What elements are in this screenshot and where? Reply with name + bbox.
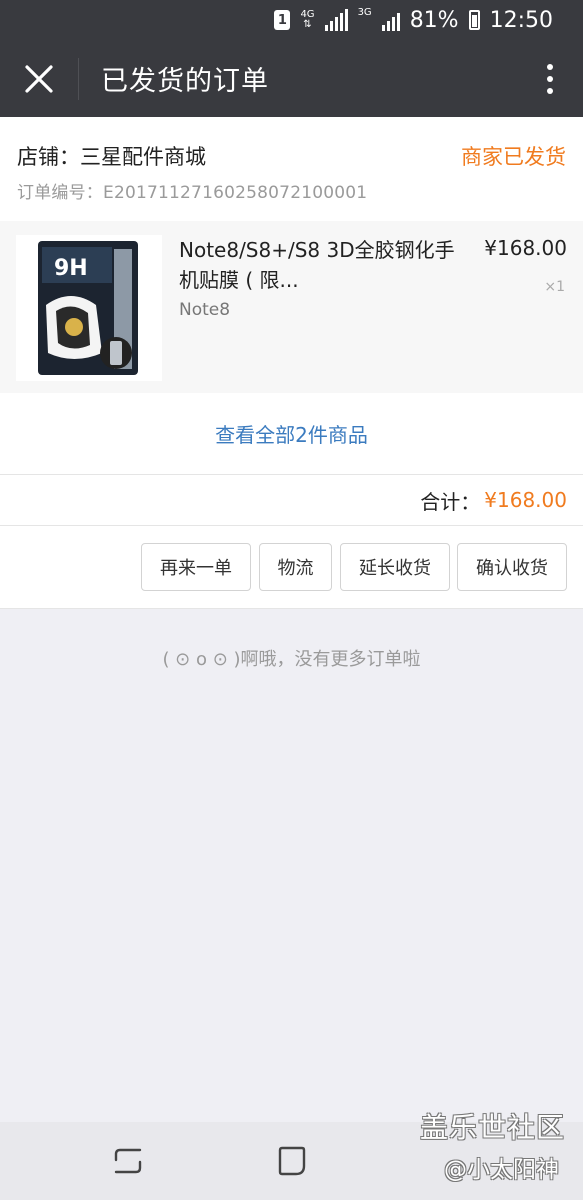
product-thumbnail[interactable]: 9H bbox=[16, 235, 162, 381]
product-price: ¥168.00 bbox=[484, 236, 567, 260]
battery-percent: 81% bbox=[409, 7, 459, 33]
network-type-1: 4G ⇅ bbox=[300, 9, 315, 30]
title-divider bbox=[78, 57, 79, 100]
sim-indicator: 1 bbox=[274, 10, 291, 30]
product-variant: Note8 bbox=[179, 300, 231, 320]
watermark-user: @小太阳神 bbox=[444, 1157, 559, 1183]
signal-icon-2 bbox=[381, 9, 400, 31]
total-label: 合计： bbox=[420, 489, 481, 514]
network-type-2: 3G bbox=[357, 7, 372, 18]
home-icon[interactable] bbox=[276, 1144, 308, 1178]
extend-receipt-button[interactable]: 延长收货 bbox=[340, 543, 450, 591]
order-total: 合计： ¥168.00 bbox=[0, 475, 583, 526]
title-bar: 已发货的订单 bbox=[0, 40, 583, 117]
product-image-icon: 9H bbox=[38, 241, 138, 375]
logistics-button[interactable]: 物流 bbox=[259, 543, 332, 591]
store-name[interactable]: 店铺：三星配件商城 bbox=[17, 141, 206, 171]
svg-text:9H: 9H bbox=[54, 256, 88, 281]
view-all-items-link[interactable]: 查看全部2件商品 bbox=[0, 393, 583, 475]
status-bar: 1 4G ⇅ 3G 81% 12:50 bbox=[0, 0, 583, 40]
reorder-button[interactable]: 再来一单 bbox=[141, 543, 251, 591]
more-menu-button[interactable] bbox=[517, 40, 583, 117]
order-status: 商家已发货 bbox=[461, 145, 566, 169]
page-title: 已发货的订单 bbox=[101, 66, 269, 97]
close-icon bbox=[25, 64, 53, 93]
product-quantity: ×1 bbox=[544, 279, 565, 295]
more-vertical-icon bbox=[547, 63, 553, 70]
product-name[interactable]: Note8/S8+/S8 3D全胶钢化手机贴膜 ( 限... bbox=[179, 235, 469, 295]
order-actions: 再来一单 物流 延长收货 确认收货 bbox=[0, 526, 583, 609]
order-item[interactable]: 9H Note8/S8+/S8 3D全胶钢化手机贴膜 ( 限... Note8 … bbox=[0, 221, 583, 393]
confirm-receipt-button[interactable]: 确认收货 bbox=[457, 543, 567, 591]
clock: 12:50 bbox=[489, 7, 553, 33]
order-header: 店铺：三星配件商城 商家已发货 订单编号：E201711271602580721… bbox=[0, 117, 583, 221]
signal-icon bbox=[324, 9, 348, 31]
battery-icon bbox=[468, 10, 480, 30]
total-value: ¥168.00 bbox=[484, 488, 567, 512]
watermark-site: 盖乐世社区 bbox=[420, 1111, 566, 1144]
no-more-orders-text: ( ⊙ o ⊙ )啊哦，没有更多订单啦 bbox=[162, 649, 421, 670]
close-button[interactable] bbox=[0, 40, 78, 117]
order-number: 订单编号：E20171127160258072100001 bbox=[17, 183, 368, 203]
recent-apps-icon[interactable] bbox=[112, 1144, 144, 1178]
